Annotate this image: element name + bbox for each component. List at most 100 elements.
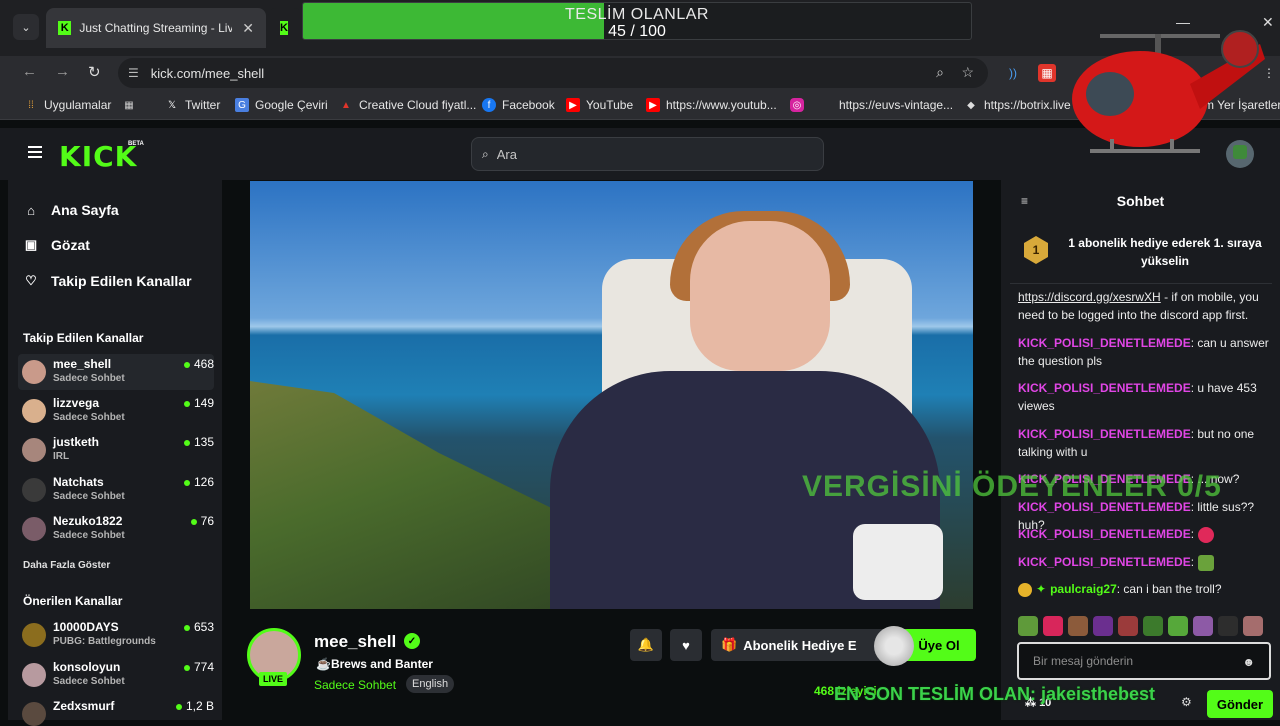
search-box[interactable]: ⌕ — [471, 137, 824, 171]
record-button-overlay-icon — [874, 626, 914, 666]
bookmark-label: Google Çeviri — [255, 98, 328, 112]
live-badge: LIVE — [259, 672, 287, 686]
beta-label: BETA — [128, 141, 144, 147]
send-button[interactable]: Gönder — [1207, 690, 1273, 718]
followed-channel[interactable]: Nezuko1822 Sadece Sohbet 76 — [18, 511, 214, 547]
site-settings-icon[interactable]: ☰ — [128, 66, 139, 80]
nav-label: Takip Edilen Kanallar — [51, 273, 192, 289]
badge-one-icon — [1018, 582, 1032, 597]
language-tag[interactable]: English — [406, 675, 455, 693]
chat-username[interactable]: KICK_POLISI_DENETLEMEDE — [1018, 555, 1191, 569]
channel-avatar — [22, 663, 46, 687]
youtube-icon: ▶ — [566, 98, 580, 112]
bookmark-creative-cloud[interactable]: ▲ Creative Cloud fiyatl... — [339, 98, 476, 112]
recommended-channel[interactable]: Zedxsmurf 1,2 B — [18, 696, 214, 726]
channel-avatar — [22, 702, 46, 726]
video-streamer-face — [690, 221, 830, 371]
hamburger-menu-icon[interactable] — [28, 146, 42, 158]
stream-category[interactable]: Sadece Sohbet — [314, 678, 396, 692]
channel-viewers: 468 — [184, 357, 214, 371]
reload-icon[interactable]: ↻ — [88, 63, 101, 81]
bookmark-botrix[interactable]: ◆ https://botrix.live — [964, 98, 1071, 112]
chat-username[interactable]: KICK_POLISI_DENETLEMEDE — [1018, 336, 1191, 350]
emoji-picker-icon[interactable]: ☻ — [1242, 655, 1255, 669]
emote-icon[interactable] — [1118, 616, 1138, 636]
followed-channel[interactable]: justketh IRL 135 — [18, 432, 214, 468]
channel-viewers: 1,2 B — [176, 699, 214, 713]
tab-search-chevron-icon[interactable]: ⌄ — [13, 14, 39, 40]
bookmark-twitter[interactable]: 𝕏 Twitter — [165, 98, 220, 112]
channel-category: Sadece Sohbet — [53, 491, 125, 502]
instagram-icon: ◎ — [790, 98, 804, 112]
tab-title: Just Chatting Streaming - Live S — [79, 21, 233, 35]
recommended-channel[interactable]: konsoloyun Sadece Sohbet 774 — [18, 657, 214, 693]
bookmark-translate[interactable]: G Google Çeviri — [235, 98, 328, 112]
tab-close-icon[interactable]: ✕ — [242, 20, 254, 37]
nav-browse[interactable]: ▣ Gözat — [24, 237, 90, 253]
emote-icon[interactable] — [1018, 616, 1038, 636]
show-more-link[interactable]: Daha Fazla Göster — [23, 560, 110, 571]
gift-sub-button[interactable]: 🎁 Abonelik Hediye E — [711, 629, 901, 661]
back-icon[interactable]: ← — [22, 63, 37, 80]
channel-viewers: 149 — [184, 396, 214, 410]
recommended-channel[interactable]: 10000DAYS PUBG: Battlegrounds 653 — [18, 617, 214, 653]
emote-icon[interactable] — [1068, 616, 1088, 636]
extension-red-icon[interactable]: ▦ — [1038, 64, 1056, 82]
bookmark-star-icon[interactable]: ☆ — [961, 64, 974, 81]
browser-tab-second[interactable]: K — [268, 8, 302, 48]
bookmark-facebook[interactable]: f Facebook — [482, 98, 555, 112]
streamer-name[interactable]: mee_shell — [314, 632, 396, 652]
bookmark-youtube[interactable]: ▶ YouTube — [566, 98, 633, 112]
followed-section-title: Takip Edilen Kanallar — [23, 331, 144, 345]
tax-overlay-text: VERGİSİNİ ÖDEYENLER 0/5 — [802, 470, 1222, 503]
browser-tab-active[interactable]: K Just Chatting Streaming - Live S ✕ — [46, 8, 266, 48]
bookmark-youtube-link[interactable]: ▶ https://www.youtub... — [646, 98, 777, 112]
chat-message: ✦ paulcraig27: can i ban the troll? — [1018, 580, 1272, 598]
emote-icon[interactable] — [1043, 616, 1063, 636]
bookmark-instagram[interactable]: ◎ — [790, 98, 810, 112]
chat-username[interactable]: KICK_POLISI_DENETLEMEDE — [1018, 527, 1191, 541]
address-bar[interactable]: ☰ kick.com/mee_shell ⌕ ☆ — [118, 58, 988, 88]
followed-channel[interactable]: mee_shell Sadece Sohbet 468 — [18, 354, 214, 390]
bookmark-apps[interactable]: ⁞⁞ Uygulamalar — [24, 98, 111, 112]
bookmark-grid[interactable]: ▦ — [122, 98, 142, 112]
search-input[interactable] — [496, 146, 797, 162]
notification-bell-button[interactable]: 🔔 — [630, 629, 662, 661]
nav-following[interactable]: ♡ Takip Edilen Kanallar — [24, 273, 192, 289]
chat-link[interactable]: https://discord.gg/xesrwXH — [1018, 290, 1161, 304]
channel-name: mee_shell — [53, 357, 112, 371]
channel-category: PUBG: Battlegrounds — [53, 636, 156, 647]
kick-logo[interactable]: KICK — [59, 140, 137, 173]
emote-icon[interactable] — [1168, 616, 1188, 636]
emote-icon[interactable] — [1143, 616, 1163, 636]
overlay-title: TESLİM OLANLAR — [565, 6, 709, 23]
chat-title: Sohbet — [1116, 193, 1165, 209]
followed-channel[interactable]: lizzvega Sadece Sohbet 149 — [18, 393, 214, 429]
emote-icon[interactable] — [1193, 616, 1213, 636]
video-player[interactable] — [250, 181, 973, 609]
helicopter-overlay-icon — [1072, 30, 1265, 153]
chat-username[interactable]: KICK_POLISI_DENETLEMEDE — [1018, 381, 1191, 395]
chat-input-box[interactable]: ☻ — [1017, 642, 1271, 680]
followed-channel[interactable]: Natchats Sadece Sohbet 126 — [18, 472, 214, 508]
follow-heart-button[interactable]: ♥ — [670, 629, 702, 661]
chat-username[interactable]: paulcraig27 — [1050, 582, 1117, 596]
adobe-icon: ▲ — [341, 99, 351, 111]
bookmark-label: https://botrix.live — [984, 98, 1071, 112]
emote-icon[interactable] — [1243, 616, 1263, 636]
chat-username[interactable]: KICK_POLISI_DENETLEMEDE — [1018, 427, 1191, 441]
bookmark-euvs[interactable]: https://euvs-vintage... — [839, 98, 953, 112]
emote-icon[interactable] — [1093, 616, 1113, 636]
nav-home[interactable]: ⌂ Ana Sayfa — [24, 202, 119, 218]
channel-avatar — [22, 360, 46, 384]
zoom-icon[interactable]: ⌕ — [936, 64, 944, 81]
forward-icon[interactable]: → — [55, 63, 70, 80]
emote-icon[interactable] — [1218, 616, 1238, 636]
extension-wave-icon[interactable]: )) — [1004, 64, 1022, 82]
pinned-gift-banner[interactable]: 1 1 abonelik hediye ederek 1. sıraya yük… — [1010, 228, 1272, 284]
bookmark-label: Facebook — [502, 98, 555, 112]
channel-name: Nezuko1822 — [53, 514, 123, 528]
chat-message-input[interactable] — [1033, 654, 1233, 668]
surrender-progress-overlay: TESLİM OLANLAR 45 / 100 — [302, 2, 972, 40]
chat-settings-gear-icon[interactable]: ⚙ — [1181, 695, 1192, 709]
